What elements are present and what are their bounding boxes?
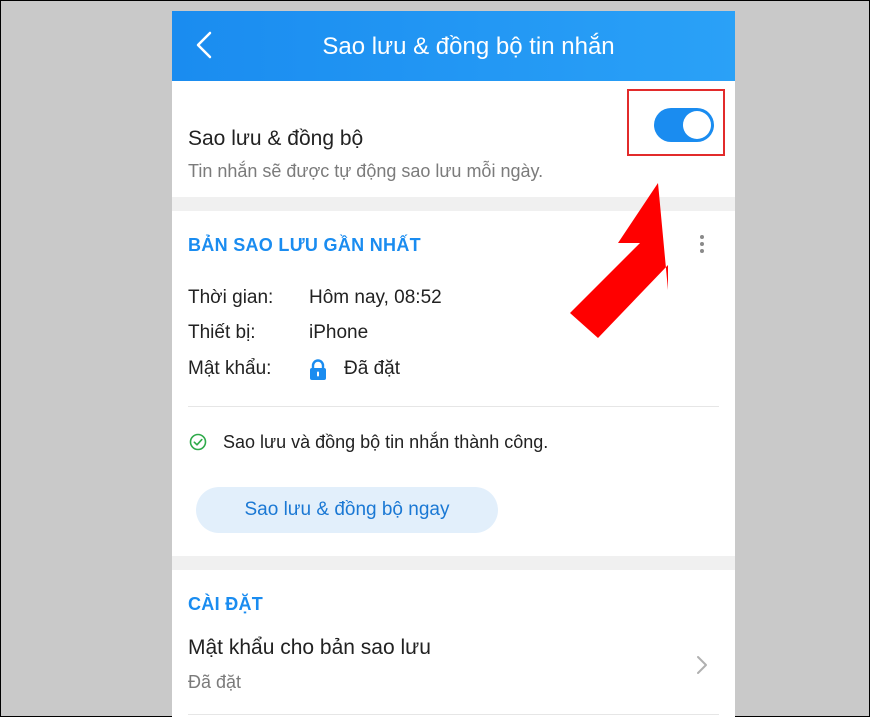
- check-circle-icon: [189, 433, 207, 451]
- divider: [188, 714, 719, 715]
- backup-status: Sao lưu và đồng bộ tin nhắn thành công.: [223, 432, 549, 452]
- sync-now-button[interactable]: Sao lưu & đồng bộ ngay: [196, 487, 498, 533]
- device-label: Thiết bị:: [188, 322, 256, 343]
- sync-title: Sao lưu & đồng bộ: [188, 127, 364, 150]
- app-header: Sao lưu & đồng bộ tin nhắn: [172, 11, 735, 81]
- sync-toggle[interactable]: [654, 108, 714, 142]
- latest-backup-heading: BẢN SAO LƯU GẦN NHẤT: [188, 235, 421, 255]
- divider: [188, 406, 719, 407]
- lock-icon: [310, 359, 326, 380]
- sync-subtitle: Tin nhắn sẽ được tự động sao lưu mỗi ngà…: [188, 161, 544, 181]
- time-label: Thời gian:: [188, 287, 274, 308]
- settings-heading: CÀI ĐẶT: [188, 594, 264, 614]
- settings-card: CÀI ĐẶT Mật khẩu cho bản sao lưu Đã đặt: [172, 570, 735, 717]
- password-label: Mật khẩu:: [188, 358, 272, 379]
- chevron-right-icon[interactable]: [694, 652, 710, 678]
- backup-password-title[interactable]: Mật khẩu cho bản sao lưu: [188, 636, 431, 660]
- time-value: Hôm nay, 08:52: [309, 287, 442, 308]
- backup-password-status: Đã đặt: [188, 672, 242, 692]
- device-value: iPhone: [309, 322, 369, 343]
- page-title: Sao lưu & đồng bộ tin nhắn: [322, 33, 615, 60]
- red-arrow-icon: [570, 183, 668, 338]
- toggle-knob: [683, 111, 711, 139]
- password-value: Đã đặt: [344, 358, 400, 379]
